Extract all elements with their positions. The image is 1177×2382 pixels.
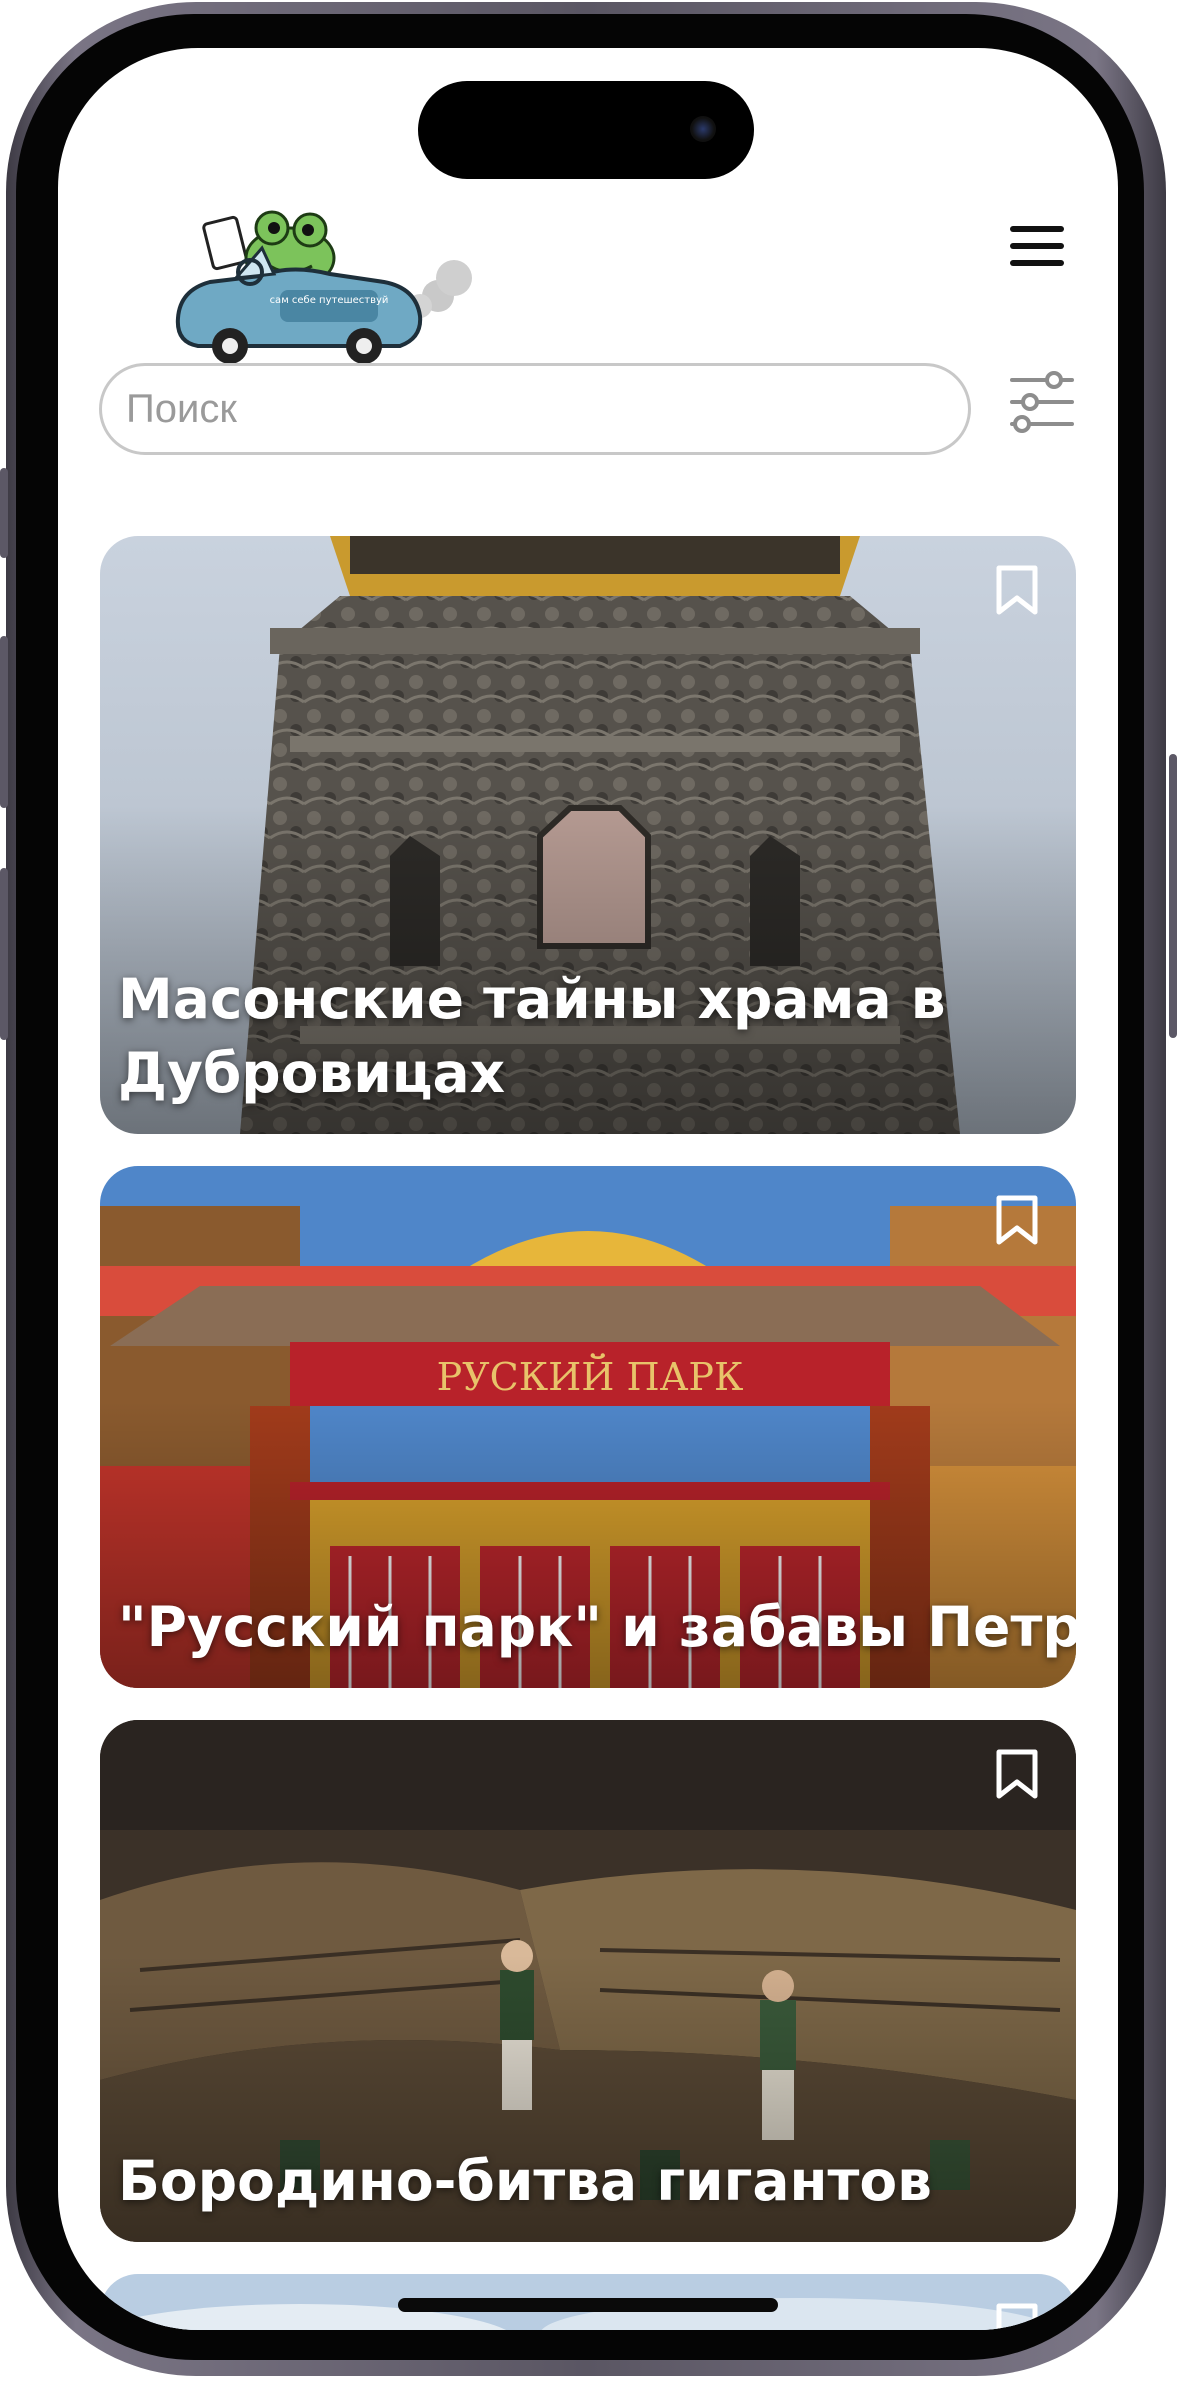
bookmark-icon[interactable] — [994, 564, 1040, 616]
hamburger-line — [1010, 243, 1064, 249]
route-card[interactable]: Масонские тайны храма в Дубровицах — [100, 536, 1076, 1134]
camera-icon — [690, 116, 716, 142]
home-indicator[interactable] — [398, 2298, 778, 2312]
bookmark-icon[interactable] — [994, 2302, 1040, 2330]
russian-park-sign: РУСКИЙ ПАРК — [437, 1354, 744, 1399]
frog-in-car-logo[interactable]: сам себе путешествуй — [170, 178, 490, 378]
filter-sliders-icon[interactable] — [1008, 368, 1076, 436]
card-title: "Русский парк" и забавы Петра I — [118, 1595, 1076, 1659]
menu-button[interactable] — [1010, 226, 1064, 266]
volume-down-button — [0, 868, 8, 1040]
silent-switch — [0, 468, 8, 558]
route-card[interactable]: РУСКИЙ ПАРК "Русский парк" и забавы Петр… — [100, 1166, 1076, 1688]
card-title: Масонские тайны храма в Дубровицах — [118, 967, 946, 1105]
volume-up-button — [0, 636, 8, 808]
bookmark-icon[interactable] — [994, 1194, 1040, 1246]
power-button — [1169, 754, 1177, 1038]
hamburger-menu-icon — [1010, 226, 1064, 232]
app-screen: сам себе путешествуй Поиск Масонские тай… — [58, 48, 1118, 2330]
logo-caption: сам себе путешествуй — [270, 295, 389, 306]
search-input[interactable] — [99, 363, 971, 455]
hamburger-line — [1010, 260, 1064, 266]
dynamic-island — [418, 81, 754, 179]
card-title: Бородино-битва гигантов — [118, 2149, 932, 2213]
bookmark-icon[interactable] — [994, 1748, 1040, 1800]
route-card[interactable]: Бородино-битва гигантов — [100, 1720, 1076, 2242]
